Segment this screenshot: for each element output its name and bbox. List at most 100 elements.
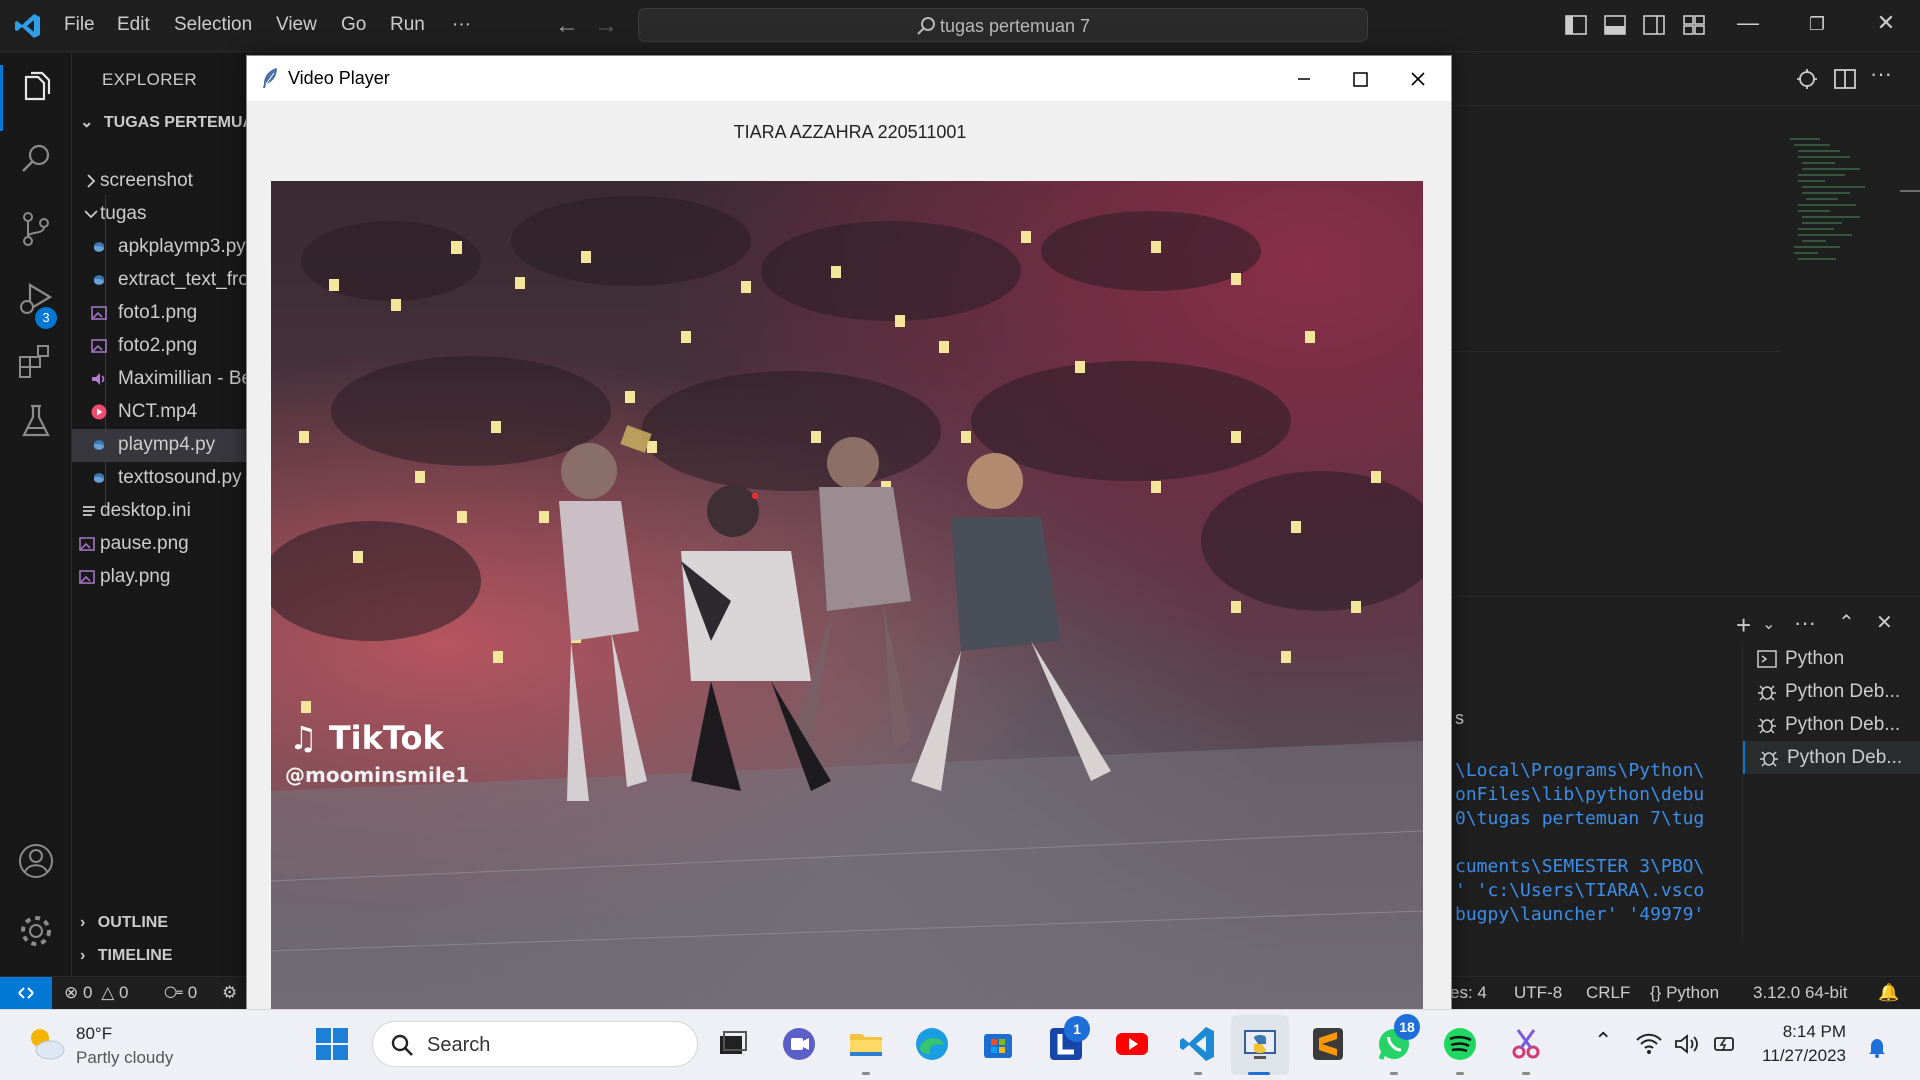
tree-file[interactable]: foto1.png [72, 297, 246, 330]
running-indicator [1194, 1072, 1202, 1075]
panel-more-icon[interactable]: ··· [1794, 610, 1818, 635]
maximize-window-icon[interactable] [1335, 62, 1385, 96]
tree-file[interactable]: Maximillian - Beautiful Scars.mp3 [72, 363, 246, 396]
windows-start-icon[interactable] [312, 1024, 352, 1064]
minimize-window-icon[interactable]: — [1728, 10, 1768, 36]
spotify-icon[interactable] [1440, 1024, 1480, 1064]
clock-date[interactable]: 11/27/2023 [1762, 1046, 1846, 1066]
source-control-icon[interactable] [16, 209, 56, 249]
language-indicator[interactable]: {} Python [1650, 983, 1719, 1003]
debug-settings-icon[interactable] [1795, 67, 1819, 91]
tree-folder[interactable]: screenshot [72, 165, 246, 198]
minimize-window-icon[interactable] [1279, 62, 1329, 96]
menu-run[interactable]: Run [390, 14, 425, 36]
toggle-secondary-sidebar-icon[interactable] [1643, 14, 1665, 36]
snipping-tool-icon[interactable] [1506, 1024, 1546, 1064]
python-tk-icon[interactable] [1240, 1024, 1280, 1064]
interpreter-indicator[interactable]: 3.12.0 64-bit [1753, 983, 1848, 1003]
close-window-icon[interactable] [1393, 62, 1443, 96]
tree-file[interactable]: extract_text_from_image.py [72, 264, 246, 297]
split-editor-icon[interactable] [1833, 67, 1857, 91]
ports-indicator[interactable]: ⧃ 0 [164, 983, 197, 1003]
extensions-icon[interactable] [16, 341, 56, 381]
notifications-bell-icon[interactable]: 🔔 [1878, 983, 1899, 1003]
new-terminal-icon[interactable]: + [1736, 610, 1760, 640]
teams-chat-icon[interactable] [779, 1024, 819, 1064]
task-view-icon[interactable] [712, 1024, 752, 1064]
back-arrow-icon[interactable]: ← [555, 12, 579, 40]
workspace-title: TUGAS PERTEMUAN 7 [103, 114, 246, 131]
volume-icon[interactable] [1674, 1032, 1700, 1056]
file-explorer-icon[interactable] [846, 1024, 886, 1064]
remote-icon [18, 987, 34, 999]
problems-indicator[interactable]: ⊗ 0 △ 0 [64, 983, 128, 1003]
outline-title: OUTLINE [97, 914, 168, 931]
close-window-icon[interactable]: ✕ [1866, 10, 1906, 36]
notification-bell-icon[interactable] [1866, 1036, 1888, 1058]
tree-item-label: NCT.mp4 [118, 401, 198, 422]
terminal-dropdown-icon[interactable]: ⌄ [1762, 614, 1786, 638]
terminal-item-python-debug[interactable]: Python Deb... [1743, 708, 1920, 741]
remote-indicator[interactable] [0, 977, 52, 1009]
show-hidden-icons-chevron-icon[interactable]: ⌃ [1594, 1028, 1612, 1054]
encoding-indicator[interactable]: UTF-8 [1514, 983, 1562, 1003]
toggle-panel-icon[interactable] [1604, 14, 1626, 36]
dancer-4 [911, 453, 1111, 791]
timeline-section[interactable]: › TIMELINE [80, 947, 172, 965]
maximize-panel-icon[interactable]: ⌃ [1838, 610, 1862, 634]
dancer-1 [559, 443, 647, 801]
outline-section[interactable]: › OUTLINE [80, 914, 168, 932]
explorer-sidebar: EXPLORER ⌄ TUGAS PERTEMUAN 7 screenshot t… [72, 53, 246, 976]
customize-layout-icon[interactable] [1683, 14, 1705, 36]
running-indicator [1456, 1072, 1464, 1075]
menu-edit[interactable]: Edit [117, 14, 150, 36]
restore-window-icon[interactable]: ❐ [1797, 14, 1837, 35]
indentation-indicator[interactable]: es: 4 [1450, 983, 1487, 1003]
youtube-icon[interactable] [1112, 1024, 1152, 1064]
sublime-text-icon[interactable] [1308, 1024, 1348, 1064]
terminal-item-python-debug-active[interactable]: Python Deb... [1743, 741, 1920, 774]
tree-file[interactable]: foto2.png [72, 330, 246, 363]
toggle-primary-sidebar-icon[interactable] [1565, 14, 1587, 36]
menu-selection[interactable]: Selection [174, 14, 252, 36]
editor-more-actions-icon[interactable]: ··· [1870, 61, 1892, 87]
forward-arrow-icon[interactable]: → [594, 12, 618, 40]
microsoft-store-icon[interactable] [978, 1024, 1018, 1064]
tree-file[interactable]: NCT.mp4 [72, 396, 246, 429]
edge-browser-icon[interactable] [912, 1024, 952, 1064]
weather-widget[interactable]: 80°F Partly cloudy [0, 1010, 200, 1080]
terminal-item-label: Python [1785, 648, 1845, 669]
eol-indicator[interactable]: CRLF [1586, 983, 1630, 1003]
search-view-icon[interactable] [16, 139, 56, 179]
close-panel-icon[interactable]: ✕ [1876, 610, 1900, 634]
command-center-search[interactable]: tugas pertemuan 7 [638, 8, 1368, 42]
tree-file[interactable]: apkplaymp3.py [72, 231, 246, 264]
tree-item-label: foto1.png [118, 302, 198, 323]
taskbar-search[interactable]: Search [372, 1021, 698, 1067]
clock-time[interactable]: 8:14 PM [1783, 1022, 1846, 1042]
explorer-icon[interactable] [16, 69, 56, 109]
tree-file[interactable]: pause.png [72, 528, 246, 561]
workspace-section[interactable]: ⌄ TUGAS PERTEMUAN 7 [80, 112, 246, 132]
wifi-icon[interactable] [1636, 1032, 1662, 1056]
menu-file[interactable]: File [64, 14, 95, 36]
video-player-titlebar[interactable]: Video Player [247, 56, 1451, 101]
tree-file[interactable]: playmp4.py [72, 429, 246, 462]
terminal-item-python-debug[interactable]: Python Deb... [1743, 675, 1920, 708]
tree-file[interactable]: texttosound.py [72, 462, 246, 495]
tree-file[interactable]: play.png [72, 561, 246, 594]
menu-more[interactable]: ··· [452, 14, 471, 36]
menu-view[interactable]: View [276, 14, 317, 36]
terminal-item-python[interactable]: Python [1743, 642, 1920, 675]
tree-folder[interactable]: tugas [72, 198, 246, 231]
manage-gear-icon[interactable] [16, 911, 56, 951]
testing-flask-icon[interactable] [16, 401, 56, 441]
accounts-icon[interactable] [16, 841, 56, 881]
battery-charging-icon[interactable] [1712, 1032, 1738, 1056]
video-frame[interactable]: ♫ TikTok @moominsmile1 [271, 181, 1423, 1010]
menu-go[interactable]: Go [341, 14, 366, 36]
vscode-taskbar-icon[interactable] [1178, 1024, 1218, 1064]
tree-file[interactable]: desktop.ini [72, 495, 246, 528]
minimap[interactable] [1790, 135, 1880, 275]
debug-launch-icon[interactable]: ⚙ [222, 983, 237, 1003]
